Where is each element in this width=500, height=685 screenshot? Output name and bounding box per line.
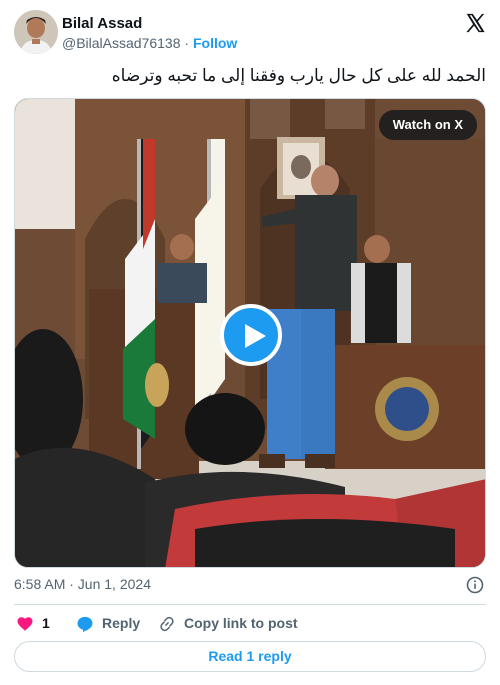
author-name[interactable]: Bilal Assad [62, 15, 142, 32]
reply-button[interactable]: Reply [76, 612, 140, 636]
x-logo-icon[interactable] [464, 12, 486, 34]
copy-link-label: Copy link to post [184, 615, 298, 631]
reply-bubble-icon [77, 617, 93, 633]
like-count: 1 [42, 615, 50, 631]
reply-label: Reply [102, 615, 141, 631]
play-button[interactable] [220, 304, 282, 366]
handle-line: @BilalAssad76138 · Follow [62, 35, 237, 51]
divider [14, 604, 486, 605]
separator-dot: · [184, 35, 190, 51]
tweet-text: الحمد لله على كل حال يارب وفقنا إلى ما ت… [111, 66, 486, 85]
author-handle[interactable]: @BilalAssad76138 [62, 35, 181, 51]
tweet-timestamp[interactable]: 6:58 AM · Jun 1, 2024 [14, 576, 151, 592]
like-button[interactable]: 1 [16, 612, 50, 636]
follow-button[interactable]: Follow [193, 35, 237, 51]
play-icon [245, 324, 266, 348]
read-replies-button[interactable]: Read 1 reply [14, 641, 486, 672]
video-player[interactable]: Watch on X [14, 98, 486, 568]
tweet-header: Bilal Assad @BilalAssad76138 · Follow [14, 10, 486, 54]
link-icon [160, 617, 174, 632]
tweet-card: Bilal Assad @BilalAssad76138 · Follow ال… [0, 0, 500, 685]
action-bar: 1 Reply Copy link to post [14, 612, 486, 636]
copy-link-button[interactable]: Copy link to post [158, 612, 298, 636]
info-icon[interactable] [466, 576, 484, 594]
watch-on-x-button[interactable]: Watch on X [378, 110, 477, 140]
avatar[interactable] [14, 10, 58, 54]
heart-icon [17, 617, 33, 632]
